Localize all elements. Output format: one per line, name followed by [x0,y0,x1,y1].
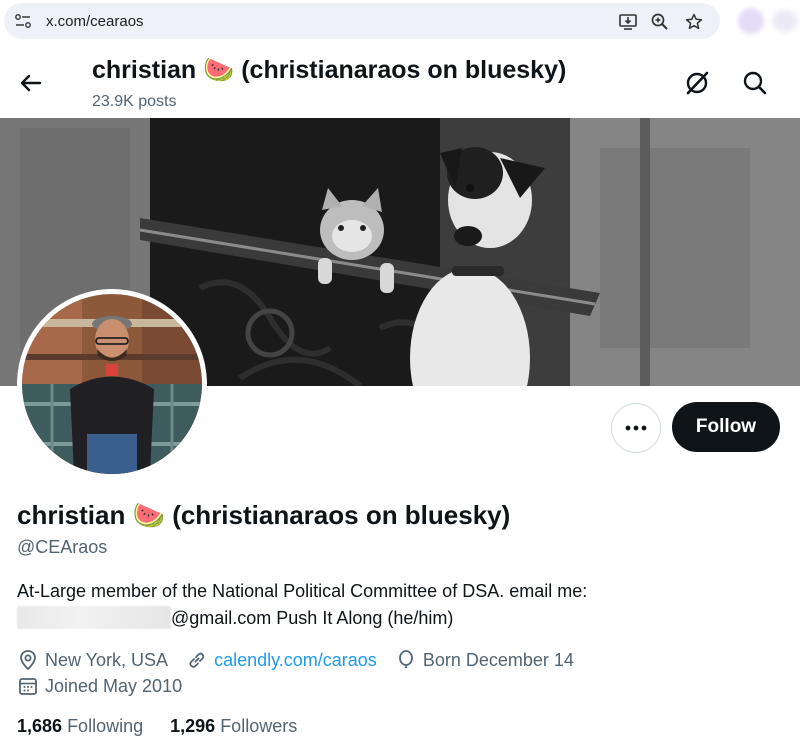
more-options-button[interactable] [611,403,661,453]
site-info-icon[interactable] [14,12,32,30]
browser-toolbar: x.com/cearaos [0,0,800,44]
grok-icon[interactable] [682,68,712,98]
birthday-item: Born December 14 [395,649,574,671]
bio: At-Large member of the National Politica… [17,578,697,632]
user-handle: @CEAraos [17,537,108,557]
profile-meta-row: New York, USA calendly.com/caraos Born D… [17,649,592,671]
bio-line-2: @gmail.com Push It Along (he/him) [171,608,454,628]
avatar[interactable] [17,289,207,479]
install-app-icon[interactable] [618,12,638,32]
address-bar[interactable]: x.com/cearaos [4,3,720,39]
more-dots-icon [625,425,647,431]
display-name: christian 🍉 (christianaraos on bluesky) [17,500,511,530]
joined-row: Joined May 2010 [17,675,200,697]
zoom-icon[interactable] [650,12,670,32]
profile-icon[interactable] [772,10,798,32]
profile-top-header: christian 🍉 (christianaraos on bluesky) … [0,44,800,118]
following-link[interactable]: 1,686 Following [17,716,143,736]
url-text[interactable]: x.com/cearaos [46,13,144,30]
location-pin-icon [20,650,36,671]
location-item: New York, USA [17,649,168,671]
bio-line-1: At-Large member of the National Politica… [17,581,588,601]
joined-text: Joined May 2010 [45,675,183,696]
following-count: 1,686 [17,716,63,736]
following-label: Following [67,716,144,736]
followers-link[interactable]: 1,296 Followers [170,716,297,736]
header-display-name: christian 🍉 (christianaraos on bluesky) [92,56,567,84]
birthday-text: Born December 14 [422,649,574,670]
link-icon [189,652,205,668]
back-arrow-icon[interactable] [14,66,48,100]
calendar-icon [19,678,37,695]
bookmark-star-icon[interactable] [684,12,704,32]
followers-count: 1,296 [170,716,216,736]
website-link[interactable]: calendly.com/caraos [214,650,377,671]
search-icon[interactable] [740,68,770,98]
follow-stats: 1,686 Following 1,296 Followers [17,716,319,737]
website-item[interactable]: calendly.com/caraos [186,649,377,671]
joined-item: Joined May 2010 [17,675,182,697]
extension-icon[interactable] [738,8,764,34]
followers-label: Followers [220,716,298,736]
header-post-count: 23.9K posts [92,93,177,110]
follow-button[interactable]: Follow [672,402,780,452]
location-text: New York, USA [45,649,169,670]
balloon-icon [398,650,413,668]
redacted-email-mask [17,606,171,629]
